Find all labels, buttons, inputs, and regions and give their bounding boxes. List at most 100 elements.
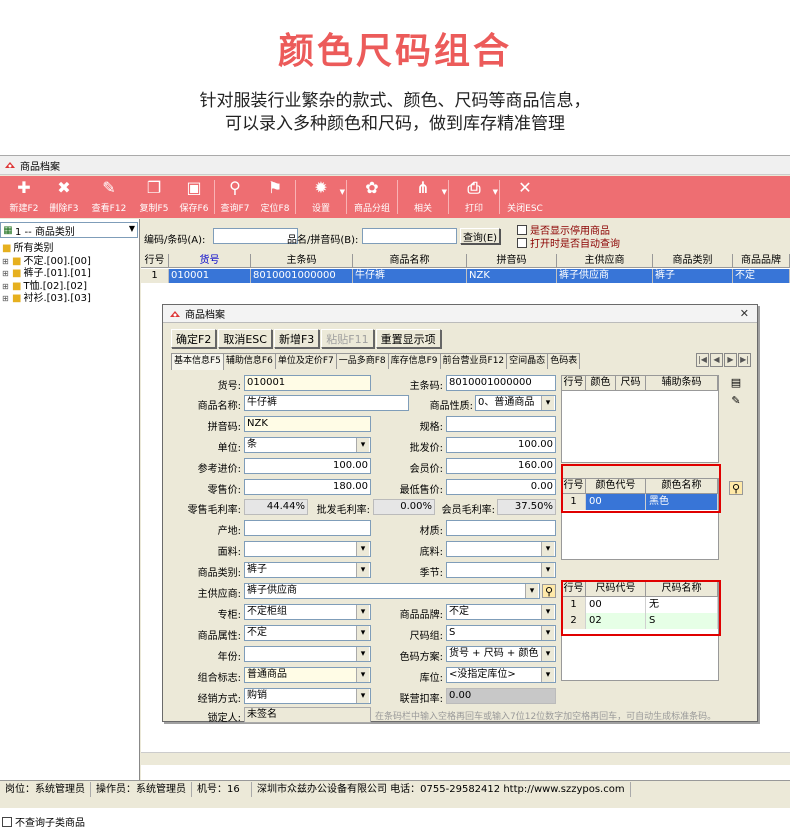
search-bar: 编码/条码(A): 品名/拼音码(B): 查询(E) 是否显示停用商品 打开时是… bbox=[141, 219, 790, 253]
locate-button[interactable]: ⚑ 定位F8 bbox=[255, 176, 295, 218]
checkbox-box[interactable] bbox=[517, 237, 527, 248]
member-price-field[interactable]: 160.00 bbox=[446, 458, 556, 474]
chevron-down-icon: ▼ bbox=[128, 224, 135, 233]
save-icon: ▣ bbox=[186, 178, 202, 197]
tree-node[interactable]: ⊞ ■ T恤.[02].[02] bbox=[2, 281, 138, 294]
lock-user-field: 未签名 bbox=[244, 707, 371, 723]
min-price-field[interactable]: 0.00 bbox=[446, 479, 556, 495]
deduct-rate-field: 0.00 bbox=[446, 688, 556, 704]
attribute-select[interactable]: 不定 bbox=[244, 625, 371, 641]
category-select[interactable]: ▦ 1 -- 商品类别 ▼ bbox=[0, 222, 138, 238]
promo-line-2: 可以录入多种颜色和尺码，做到库存精准管理 bbox=[225, 114, 565, 134]
copy-button[interactable]: ❐ 复制F5 bbox=[134, 176, 174, 218]
cost-price-field[interactable]: 100.00 bbox=[244, 458, 371, 474]
size-group-select[interactable]: S bbox=[446, 625, 556, 641]
retail-price-field[interactable]: 180.00 bbox=[244, 479, 371, 495]
edit-icon: ✎ bbox=[102, 178, 116, 197]
printer-icon: ⎙ bbox=[467, 178, 481, 197]
lining-select[interactable] bbox=[446, 541, 556, 557]
barcode-icon[interactable]: ▤ bbox=[729, 376, 743, 390]
location-pin-icon: ⚑ bbox=[267, 178, 283, 197]
print-button[interactable]: ⎙ 打印 ▼ bbox=[449, 176, 499, 218]
query-button[interactable]: ⚲ 查询F7 bbox=[215, 176, 255, 218]
window-title: 商品档案 bbox=[20, 161, 60, 173]
auto-query-checkbox[interactable]: 打开时是否自动查询 bbox=[517, 235, 620, 250]
folder-icon: ■ bbox=[12, 293, 22, 304]
expand-icon[interactable]: ⊞ bbox=[2, 293, 12, 306]
origin-field[interactable] bbox=[244, 520, 371, 536]
folder-icon: ■ bbox=[12, 255, 22, 267]
status-post: 岗位：系统管理员 bbox=[0, 781, 91, 797]
location-select[interactable]: <没指定库位> bbox=[446, 667, 556, 683]
status-machine: 机号：16 bbox=[192, 781, 252, 797]
material-field[interactable] bbox=[446, 520, 556, 536]
search-icon[interactable]: ⚲ bbox=[729, 481, 743, 495]
horizontal-scrollbar[interactable] bbox=[141, 752, 790, 765]
barcode-hint: 在条码栏中输入空格再回车或输入7位12位数字加空格再回车，可自动生成标准条码。 bbox=[375, 712, 717, 722]
spec-field[interactable] bbox=[446, 416, 556, 432]
size-highlight-box bbox=[561, 580, 721, 636]
year-select[interactable] bbox=[244, 646, 371, 662]
category-tree: ■ 所有类别 ⊞ ■ 不定.[00].[00] ⊞ ■ 裤子.[01].[01] ⊞ ■ T恤… bbox=[2, 243, 138, 306]
expand-icon[interactable]: ⊞ bbox=[2, 256, 12, 269]
copy-icon: ❐ bbox=[146, 178, 162, 197]
counter-select[interactable]: 不定柜组 bbox=[244, 604, 371, 620]
checkbox-box[interactable] bbox=[517, 224, 527, 235]
item-no-field[interactable]: 010001 bbox=[244, 375, 371, 391]
no-subcategory-checkbox[interactable]: 不查询子类商品 bbox=[0, 814, 139, 829]
grid-header: 行号 货号 主条码 商品名称 拼音码 主供应商 商品类别 商品品牌 bbox=[141, 254, 790, 268]
name-input[interactable] bbox=[362, 228, 457, 244]
fabric-select[interactable] bbox=[244, 541, 371, 557]
chevron-down-icon: ▼ bbox=[441, 188, 447, 196]
tree-node[interactable]: ⊞ ■ 衬衫.[03].[03] bbox=[2, 293, 138, 306]
status-bar: 岗位：系统管理员 操作员：系统管理员 机号：16 深圳市众兹办公设备有限公司 电… bbox=[0, 780, 790, 797]
new-button[interactable]: ✚ 新建F2 bbox=[4, 176, 44, 218]
folder-icon: ■ bbox=[2, 243, 12, 254]
promo-line-1: 针对服装行业繁杂的款式、颜色、尺码等商品信息， bbox=[199, 91, 591, 111]
window-titlebar: 商品档案 bbox=[0, 156, 790, 175]
expand-icon[interactable]: ⊞ bbox=[2, 268, 12, 281]
product-group-button[interactable]: ✿ 商品分组 bbox=[347, 176, 397, 218]
tree-node[interactable]: ⊞ ■ 不定.[00].[00] bbox=[2, 256, 138, 269]
season-select[interactable] bbox=[446, 562, 556, 578]
sale-mode-select[interactable]: 购销 bbox=[244, 688, 371, 704]
share-icon: ⋔ bbox=[416, 178, 430, 197]
close-button[interactable]: ✕ 关闭ESC bbox=[500, 176, 550, 218]
color-size-scheme-select[interactable]: 货号 + 尺码 + 颜色 bbox=[446, 646, 556, 662]
chevron-down-icon: ▼ bbox=[339, 188, 345, 196]
category-pane: ▦ 1 -- 商品类别 ▼ ■ 所有类别 ⊞ ■ 不定.[00].[00] ⊞ ■ 裤子.… bbox=[0, 219, 140, 829]
expand-icon[interactable]: ⊞ bbox=[2, 281, 12, 294]
supplier-select[interactable]: 裤子供应商 bbox=[244, 583, 540, 599]
settings-button[interactable]: ✹ 设置 ▼ bbox=[296, 176, 346, 218]
tree-node[interactable]: ⊞ ■ 裤子.[01].[01] bbox=[2, 268, 138, 281]
wholesale-price-field[interactable]: 100.00 bbox=[446, 437, 556, 453]
gear-icon: ✹ bbox=[314, 178, 328, 197]
search-icon: ⚲ bbox=[229, 178, 241, 197]
color-highlight-box bbox=[561, 464, 721, 513]
category-field[interactable]: 裤子 bbox=[244, 562, 371, 578]
edit-icon[interactable]: ✎ bbox=[729, 394, 743, 408]
new-doc-icon: ✚ bbox=[17, 178, 31, 197]
combo-flag-select[interactable]: 普通商品 bbox=[244, 667, 371, 683]
product-dialog: 商品档案 ✕ 确定F2 取消ESC 新增F3 粘贴F11 重置显示项 基本信息F… bbox=[162, 304, 758, 724]
barcode-field[interactable]: 8010001000000 bbox=[446, 375, 556, 391]
search-icon[interactable]: ⚲ bbox=[542, 584, 556, 598]
delete-button[interactable]: ✖ 删除F3 bbox=[44, 176, 84, 218]
view-button[interactable]: ✎ 查看F12 bbox=[84, 176, 134, 218]
related-button[interactable]: ⋔ 相关 ▼ bbox=[398, 176, 448, 218]
product-nature-select[interactable]: 0、普通商品 bbox=[475, 395, 556, 411]
unit-select[interactable]: 条 bbox=[244, 437, 371, 453]
save-button[interactable]: ▣ 保存F6 bbox=[174, 176, 214, 218]
tree-node-all[interactable]: ■ 所有类别 bbox=[2, 243, 138, 256]
brand-select[interactable]: 不定 bbox=[446, 604, 556, 620]
palette-icon: ✿ bbox=[365, 178, 379, 197]
code-input[interactable] bbox=[213, 228, 298, 244]
table-row[interactable]: 1 010001 8010001000000 牛仔裤 NZK 裤子供应商 裤子 … bbox=[141, 269, 790, 283]
promo-header: 颜色尺码组合 针对服装行业繁杂的款式、颜色、尺码等商品信息， 可以录入多种颜色和… bbox=[0, 0, 790, 150]
pinyin-field[interactable]: NZK bbox=[244, 416, 371, 432]
product-name-field[interactable]: 牛仔裤 bbox=[244, 395, 409, 411]
aux-barcode-panel: 行号 颜色 尺码 辅助条码 bbox=[561, 375, 719, 463]
checkbox-box[interactable] bbox=[2, 816, 12, 827]
query-search-button[interactable]: 查询(E) bbox=[460, 228, 500, 244]
member-margin-field: 37.50% bbox=[497, 499, 556, 515]
